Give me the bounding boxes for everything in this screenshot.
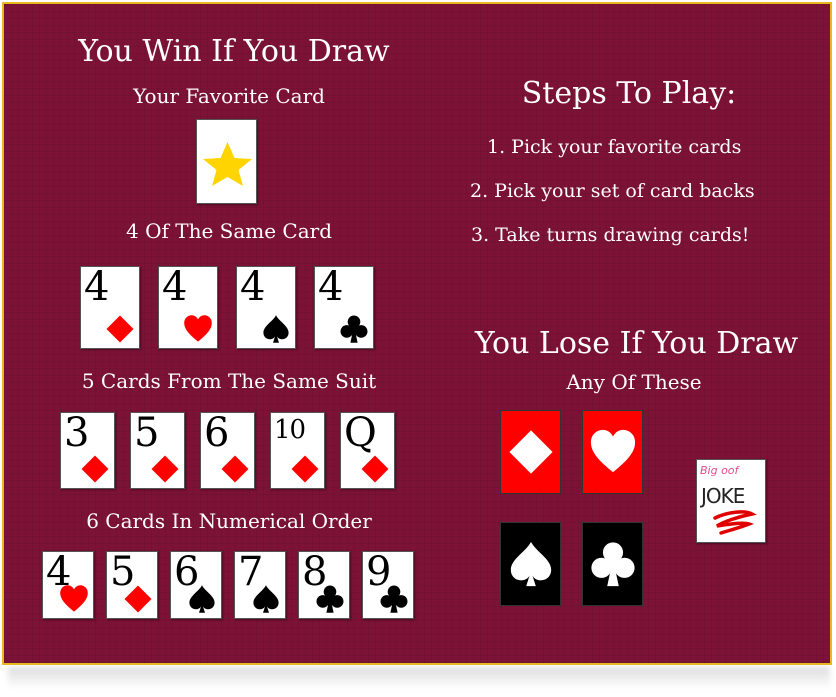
playing-card[interactable]: 4 — [314, 266, 374, 349]
heart-icon — [60, 585, 88, 612]
playing-card[interactable]: 6 — [200, 412, 255, 489]
diamond-icon — [106, 315, 134, 343]
playing-card[interactable]: 5 — [130, 412, 185, 489]
spade-icon — [253, 585, 279, 613]
playing-card[interactable]: 4 — [236, 266, 296, 349]
diamond-icon — [291, 455, 319, 483]
club-icon — [316, 585, 344, 613]
card-suit — [251, 584, 281, 614]
club-icon — [380, 585, 408, 613]
card-suit — [339, 314, 369, 344]
card-rank: 6 — [204, 412, 229, 456]
heart-icon — [184, 315, 212, 342]
board-shadow — [8, 667, 830, 689]
step-item: 2. Pick your set of card backs — [470, 180, 755, 202]
card-rank: 5 — [134, 412, 159, 456]
step-item: 3. Take turns drawing cards! — [471, 224, 750, 246]
playing-card[interactable]: 3 — [60, 412, 115, 489]
diamond-icon — [81, 455, 109, 483]
card-rank: 3 — [64, 412, 89, 456]
card-suit — [59, 584, 89, 614]
club-icon — [590, 542, 635, 587]
same-card-label: 4 Of The Same Card — [125, 219, 333, 243]
diamond-icon — [124, 585, 152, 613]
numerical-order-label: 6 Cards In Numerical Order — [86, 509, 372, 533]
playing-card[interactable]: Q — [340, 412, 395, 489]
spade-icon — [189, 585, 215, 613]
steps-title: Steps To Play: — [521, 76, 737, 111]
lose-subtitle: Any Of These — [566, 370, 702, 394]
playing-card[interactable]: 4 — [80, 266, 140, 349]
step-item: 1. Pick your favorite cards — [487, 136, 742, 158]
playing-card[interactable]: 9 — [362, 551, 414, 619]
spade-icon — [510, 541, 551, 587]
diamond-icon — [221, 455, 249, 483]
diamond-icon — [361, 455, 389, 483]
favorite-card-label: Your Favorite Card — [133, 84, 325, 108]
card-rank: Q — [344, 412, 377, 456]
favorite-card[interactable] — [196, 119, 257, 204]
playing-card[interactable]: 10 — [270, 412, 325, 489]
card-suit — [261, 314, 291, 344]
club-icon — [340, 315, 368, 343]
card-suit — [220, 454, 250, 484]
game-board: You Win If You Draw Your Favorite Card 4… — [2, 2, 832, 665]
card-rank: 4 — [240, 266, 265, 310]
card-suit — [360, 454, 390, 484]
diamond-icon — [151, 455, 179, 483]
star-icon — [203, 142, 252, 186]
playing-card[interactable]: 5 — [106, 551, 158, 619]
card-suit — [80, 454, 110, 484]
card-suit — [123, 584, 153, 614]
card-suit — [290, 454, 320, 484]
card-back[interactable] — [582, 522, 643, 606]
card-suit — [315, 584, 345, 614]
lose-title: You Lose If You Draw — [474, 326, 799, 361]
card-suit — [187, 584, 217, 614]
card-suit — [183, 314, 213, 344]
joke-card[interactable]: Big oof JOKE — [696, 459, 766, 543]
card-suit — [150, 454, 180, 484]
playing-card[interactable]: 4 — [158, 266, 218, 349]
playing-card[interactable]: 4 — [42, 551, 94, 619]
diamond-icon — [508, 430, 553, 474]
playing-card[interactable]: 6 — [170, 551, 222, 619]
heart-icon — [590, 429, 635, 473]
win-title: You Win If You Draw — [78, 34, 390, 69]
same-suit-label: 5 Cards From The Same Suit — [81, 369, 377, 393]
card-rank: 4 — [162, 266, 187, 310]
card-suit — [379, 584, 409, 614]
card-rank: 4 — [318, 266, 343, 310]
playing-card[interactable]: 8 — [298, 551, 350, 619]
card-suit — [105, 314, 135, 344]
playing-card[interactable]: 7 — [234, 551, 286, 619]
card-rank: 10 — [274, 415, 306, 445]
card-rank: 4 — [84, 266, 109, 310]
spade-icon — [263, 315, 289, 343]
card-back[interactable] — [500, 410, 561, 494]
scribble-icon — [713, 510, 757, 535]
card-back[interactable] — [500, 522, 561, 606]
card-back[interactable] — [582, 410, 643, 494]
